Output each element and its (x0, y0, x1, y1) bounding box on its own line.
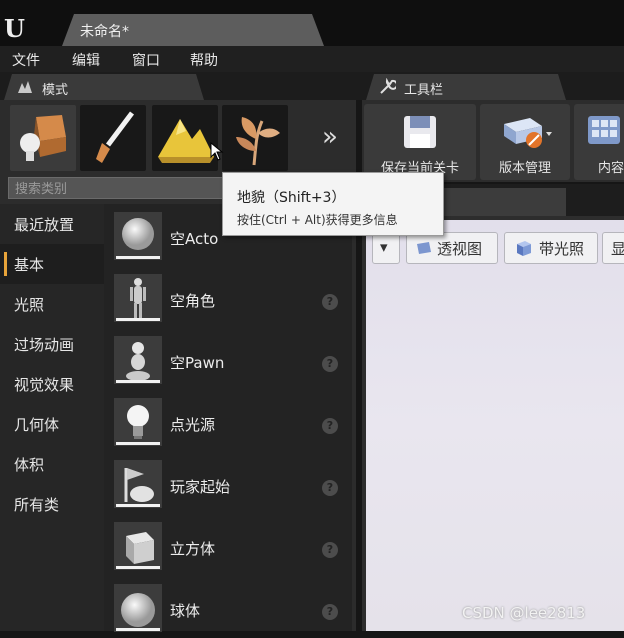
more-modes-button[interactable]: » (322, 122, 338, 152)
content-label: 内容 (598, 161, 624, 176)
category-volumes[interactable]: 体积 (0, 444, 104, 484)
category-search-input[interactable] (9, 179, 229, 200)
chevron-down-icon: ▾ (380, 238, 388, 256)
mannequin-icon (114, 274, 162, 322)
category-label: 光照 (14, 296, 45, 314)
perspective-view-button[interactable]: 透视图 (406, 232, 498, 264)
tooltip-title: 地貌（Shift+3） (237, 190, 346, 206)
document-tab[interactable]: 未命名* (62, 14, 324, 46)
lit-mode-button[interactable]: 带光照 (504, 232, 598, 264)
item-empty-character[interactable]: 空角色 ? (104, 266, 352, 328)
viewport-panel: ▾ 透视图 带光照 显 (362, 216, 624, 631)
tab-toolbar-label: 工具栏 (404, 83, 444, 98)
unreal-logo: U (4, 14, 25, 43)
show-label: 显 (611, 240, 624, 258)
help-icon[interactable]: ? (322, 542, 338, 558)
menu-edit[interactable]: 编辑 (72, 50, 100, 70)
modes-icon (16, 79, 34, 95)
category-cinematic[interactable]: 过场动画 (0, 324, 104, 364)
category-label: 体积 (14, 456, 45, 474)
category-label: 过场动画 (14, 336, 75, 354)
help-icon[interactable]: ? (322, 480, 338, 496)
cube-icon (114, 522, 162, 570)
source-control-button[interactable]: 版本管理 (480, 104, 570, 180)
category-label: 所有类 (14, 496, 60, 514)
tab-modes-label: 模式 (42, 83, 69, 98)
content-grid-icon (588, 116, 620, 144)
title-bar: U 未命名* (0, 0, 624, 46)
item-point-light[interactable]: 点光源 ? (104, 390, 352, 452)
item-empty-pawn[interactable]: 空Pawn ? (104, 328, 352, 390)
lit-mode-label: 带光照 (539, 240, 585, 258)
viewport-options-dropdown[interactable]: ▾ (372, 232, 400, 264)
sphere-icon (114, 212, 162, 260)
category-visual-effects[interactable]: 视觉效果 (0, 364, 104, 404)
category-list: 最近放置 基本 光照 过场动画 视觉效果 几何体 体积 所有类 (0, 204, 104, 631)
help-icon[interactable]: ? (322, 418, 338, 434)
item-label: 球体 (170, 602, 201, 620)
mouse-cursor-icon (210, 142, 224, 161)
item-label: 点光源 (170, 416, 216, 434)
tooltip-hint: 按住(Ctrl + Alt)获得更多信息 (237, 213, 398, 227)
help-icon[interactable]: ? (322, 356, 338, 372)
sphere-icon (114, 584, 162, 632)
foliage-mode-button[interactable] (222, 105, 288, 171)
landscape-tooltip: 地貌（Shift+3） 按住(Ctrl + Alt)获得更多信息 (222, 172, 444, 236)
source-control-icon (504, 118, 552, 148)
document-tab-label: 未命名* (80, 24, 129, 40)
help-icon[interactable]: ? (322, 604, 338, 620)
category-all-classes[interactable]: 所有类 (0, 484, 104, 524)
category-geometry[interactable]: 几何体 (0, 404, 104, 444)
category-search-box[interactable] (8, 177, 230, 200)
category-label: 几何体 (14, 416, 60, 434)
cube-and-sphere-icon (20, 115, 66, 161)
show-button[interactable]: 显 (602, 232, 624, 264)
pawn-icon (114, 336, 162, 384)
mountain-icon (158, 119, 214, 163)
place-mode-button[interactable] (10, 105, 76, 171)
item-label: 空Acto (170, 230, 219, 248)
lit-cube-icon (517, 241, 531, 256)
toolbar-panel: 保存当前关卡 版本管理 内容 (362, 100, 624, 182)
paintbrush-icon (96, 111, 134, 163)
category-recent[interactable]: 最近放置 (0, 204, 104, 244)
panel-tabs-row: 模式 工具栏 (0, 72, 624, 100)
source-control-label: 版本管理 (498, 161, 551, 176)
menu-help[interactable]: 帮助 (190, 50, 218, 70)
item-cube[interactable]: 立方体 ? (104, 514, 352, 576)
menu-bar: 文件 编辑 窗口 帮助 (0, 46, 624, 72)
placeable-item-list: 空Acto 空角色 ? 空Pawn ? 点光源 ? 玩家起始 ? 立方体 ? 球… (104, 204, 352, 632)
item-label: 空角色 (170, 292, 216, 310)
tab-modes[interactable]: 模式 (4, 74, 204, 100)
tab-toolbar[interactable]: 工具栏 (366, 74, 566, 100)
item-label: 空Pawn (170, 354, 225, 372)
item-player-start[interactable]: 玩家起始 ? (104, 452, 352, 514)
landscape-mode-button[interactable] (152, 105, 218, 171)
watermark: CSDN @lee2813 (462, 604, 586, 622)
save-current-level-button[interactable]: 保存当前关卡 (364, 104, 476, 180)
floppy-disk-icon (404, 116, 436, 148)
leaf-icon (236, 117, 280, 166)
player-start-icon (114, 460, 162, 508)
level-viewport[interactable]: ▾ 透视图 带光照 显 (366, 220, 624, 631)
menu-file[interactable]: 文件 (12, 50, 40, 70)
category-lights[interactable]: 光照 (0, 284, 104, 324)
help-icon[interactable]: ? (322, 294, 338, 310)
menu-window[interactable]: 窗口 (132, 50, 160, 70)
content-button[interactable]: 内容 (574, 104, 624, 180)
item-sphere[interactable]: 球体 ? (104, 576, 352, 638)
paint-mode-button[interactable] (80, 105, 146, 171)
perspective-icon (417, 242, 431, 254)
category-label: 基本 (14, 256, 45, 274)
item-label: 立方体 (170, 540, 216, 558)
perspective-view-label: 透视图 (437, 240, 483, 258)
wrench-icon (378, 78, 396, 96)
category-label: 视觉效果 (14, 376, 75, 394)
item-label: 玩家起始 (170, 478, 231, 496)
category-label: 最近放置 (14, 216, 75, 234)
lightbulb-icon (114, 398, 162, 446)
category-basic[interactable]: 基本 (0, 244, 104, 284)
